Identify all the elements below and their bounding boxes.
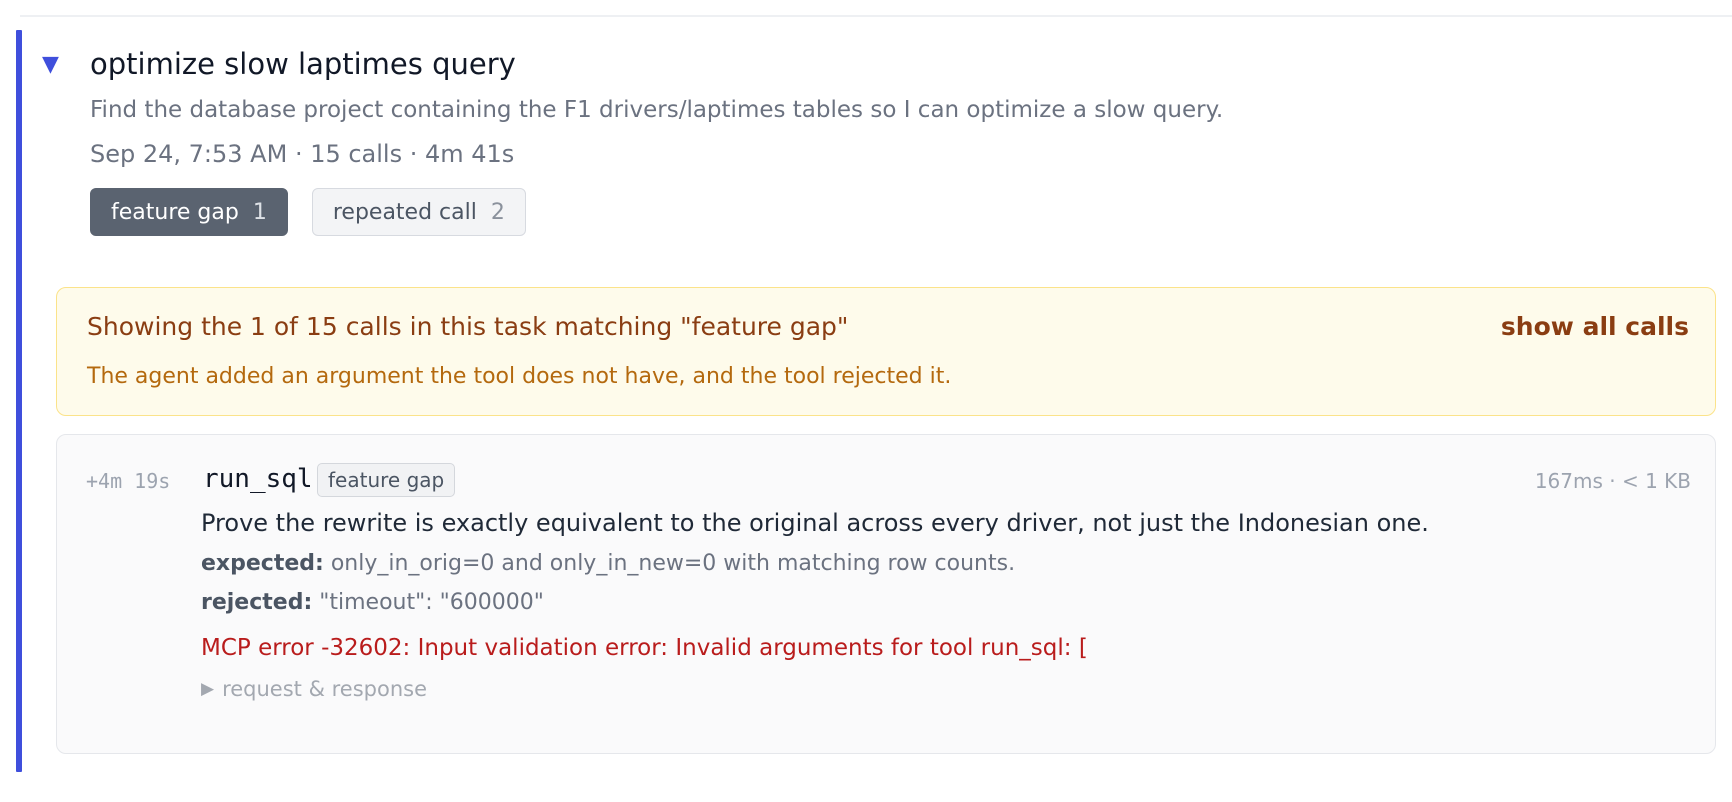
expected-value: only_in_orig=0 and only_in_new=0 with ma… (330, 551, 1016, 576)
rejected-label: rejected: (201, 590, 313, 615)
top-divider (20, 15, 1732, 17)
filter-banner-headline: Showing the 1 of 15 calls in this task m… (87, 312, 849, 341)
collapse-toggle-icon[interactable]: ▼ (42, 54, 59, 76)
call-rejected: rejected: "timeout": "600000" (201, 590, 1429, 615)
call-tag-badge: feature gap (317, 463, 456, 497)
call-body: Prove the rewrite is exactly equivalent … (201, 507, 1429, 701)
task-accent-bar (16, 30, 22, 772)
tag-label: repeated call (332, 199, 477, 225)
call-time-offset: +4m 19s (86, 469, 171, 493)
call-stats: 167ms · < 1 KB (1534, 469, 1691, 493)
request-response-toggle[interactable]: ▶ request & response (201, 677, 1429, 701)
request-response-label: request & response (222, 677, 428, 701)
filter-banner: Showing the 1 of 15 calls in this task m… (56, 287, 1716, 416)
call-expected: expected: only_in_orig=0 and only_in_new… (201, 551, 1429, 576)
filter-banner-note: The agent added an argument the tool doe… (87, 364, 952, 389)
task-title: optimize slow laptimes query (90, 47, 516, 81)
tag-filter-feature-gap[interactable]: feature gap 1 (90, 188, 288, 236)
task-entry: ▼ optimize slow laptimes query Find the … (16, 30, 1716, 772)
tag-count: 1 (252, 199, 267, 225)
call-tool-name: run_sql (203, 464, 313, 494)
tag-label: feature gap (111, 199, 239, 225)
call-error-message: MCP error -32602: Input validation error… (201, 635, 1088, 661)
tag-count: 2 (490, 199, 505, 225)
task-meta: Sep 24, 7:53 AM · 15 calls · 4m 41s (90, 140, 515, 168)
show-all-calls-link[interactable]: show all calls (1501, 312, 1689, 341)
rejected-value: "timeout": "600000" (319, 590, 544, 615)
tag-filter-repeated-call[interactable]: repeated call 2 (311, 188, 526, 236)
tool-call-card: +4m 19s run_sql feature gap 167ms · < 1 … (56, 434, 1716, 754)
task-description: Find the database project containing the… (90, 97, 1224, 123)
expected-label: expected: (201, 551, 324, 576)
call-goal: Prove the rewrite is exactly equivalent … (201, 509, 1429, 537)
expand-triangle-icon: ▶ (201, 679, 215, 699)
tag-filter-list: feature gap 1 repeated call 2 (90, 188, 526, 236)
